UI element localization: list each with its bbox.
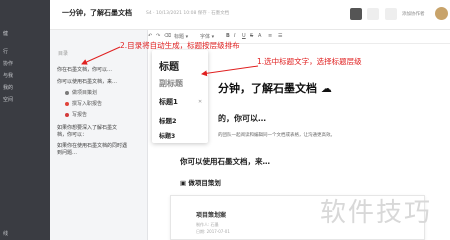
arrow-to-outline xyxy=(81,46,121,65)
watermark: 软件技巧 xyxy=(320,198,433,228)
arrow-to-dropdown xyxy=(201,65,259,77)
